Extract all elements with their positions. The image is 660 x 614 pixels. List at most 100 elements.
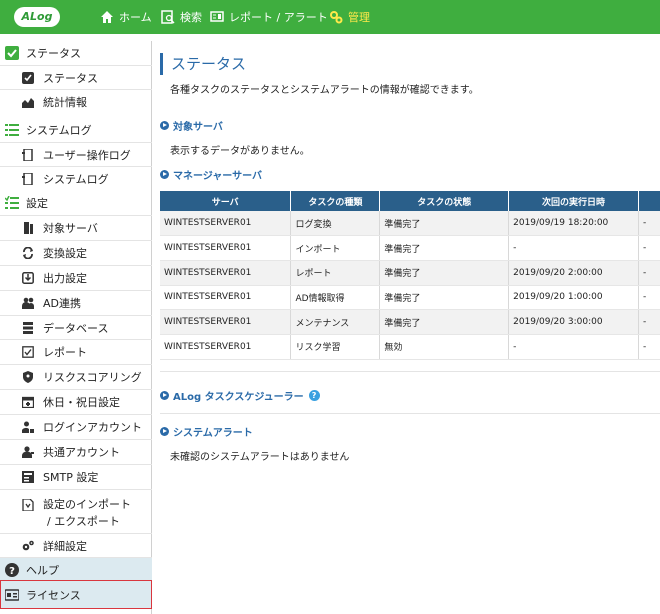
sidebar-item-holiday-settings-label: 休日・祝日設定 [43,395,120,409]
column-header-task-state[interactable]: タスクの状態 [379,191,510,211]
home-icon [101,11,113,23]
sidebar-item-statistics-label: 統計情報 [43,95,87,109]
target-server-heading[interactable]: 対象サーバ [160,118,223,133]
sidebar-item-database-label: データベース [43,321,109,335]
help-icon: ? [5,562,19,577]
sidebar: ステータス ステータス 統計情報 システムログ ユーザー操作ログ システムログ … [0,41,152,614]
system-alert-heading-label: システムアラート [173,428,253,439]
arrow-circle-icon [160,121,169,130]
sidebar-item-system-log-label: システムログ [43,172,109,186]
system-alert-heading[interactable]: システムアラート [160,424,253,439]
nav-admin-label: 管理 [348,11,370,24]
sidebar-item-output-settings[interactable]: 出力設定 [0,265,152,289]
nav-report-alert[interactable]: レポート / アラート [210,0,328,34]
sidebar-item-shared-account[interactable]: 共通アカウント [0,439,152,463]
sidebar-item-target-server[interactable]: 対象サーバ [0,215,152,239]
status-check-icon [22,71,34,84]
cell-task-state: 準備完了 [379,309,510,335]
cell-task-state: 準備完了 [379,285,510,311]
manager-server-heading-label: マネージャーサーバ [173,171,262,182]
sidebar-item-advanced-settings-label: 詳細設定 [43,539,87,553]
sidebar-section-help[interactable]: ? ヘルプ [0,557,152,581]
column-header-task-type[interactable]: タスクの種類 [290,191,381,211]
sidebar-section-settings-label: 設定 [26,197,48,210]
table-row: WINTESTSERVER01 AD情報取得 準備完了 2019/09/20 1… [160,285,660,311]
sidebar-item-statistics[interactable]: 統計情報 [0,89,152,113]
mail-server-icon [22,470,34,483]
column-header-next-run[interactable]: 次回の実行日時 [508,191,639,211]
target-server-empty-text: 表示するデータがありません。 [170,146,310,157]
sidebar-item-import-export[interactable]: 設定のインポート / エクスポート [0,489,152,533]
search-icon [161,10,175,24]
sidebar-section-status[interactable]: ステータス [0,41,152,65]
cell-server: WINTESTSERVER01 [160,309,292,335]
cell-next-run: 2019/09/20 3:00:00 [508,309,639,335]
manager-server-heading[interactable]: マネージャーサーバ [160,167,262,182]
sidebar-item-shared-account-label: 共通アカウント [43,445,120,459]
sidebar-item-smtp-settings[interactable]: SMTP 設定 [0,464,152,488]
alog-logo[interactable]: ALog [14,7,60,27]
cell-extra: - [638,285,660,311]
page-description: 各種タスクのステータスとシステムアラートの情報が確認できます。 [170,85,479,96]
sidebar-item-conversion-settings[interactable]: 変換設定 [0,240,152,264]
sidebar-item-login-account[interactable]: ログインアカウント [0,414,152,438]
server-icon [24,221,33,234]
cell-server: WINTESTSERVER01 [160,235,292,261]
cell-task-state: 準備完了 [379,211,510,237]
page-title: ステータス [160,53,246,75]
top-navigation-bar: ALog ホーム 検索 レポート / アラート 管理 [0,0,660,34]
database-icon [23,321,33,334]
cell-server: WINTESTSERVER01 [160,260,292,286]
arrow-circle-icon [160,391,169,400]
cell-extra: - [638,235,660,261]
nav-search[interactable]: 検索 [161,0,202,34]
nav-report-alert-label: レポート / アラート [229,11,328,24]
report-check-icon [22,345,34,358]
sidebar-item-target-server-label: 対象サーバ [43,221,98,235]
document-icon [22,148,33,161]
cell-next-run: 2019/09/19 18:20:00 [508,211,639,237]
user-icon [22,445,34,458]
sidebar-section-syslog[interactable]: システムログ [0,118,152,142]
table-header-row: サーバ タスクの種類 タスクの状態 次回の実行日時 [160,191,660,211]
sidebar-item-system-log[interactable]: システムログ [0,166,152,190]
sidebar-item-status-label: ステータス [43,71,98,85]
cell-task-type: ログ変換 [290,211,381,237]
sidebar-item-smtp-settings-label: SMTP 設定 [43,470,99,484]
cell-next-run: - [508,334,639,360]
cell-server: WINTESTSERVER01 [160,211,292,237]
user-lock-icon [22,421,34,433]
settings-list-icon [5,196,19,209]
table-row: WINTESTSERVER01 メンテナンス 準備完了 2019/09/20 3… [160,309,660,335]
sidebar-item-import-export-line1: 設定のインポート [43,498,131,511]
scheduler-heading[interactable]: ALog タスクスケジューラー ? [160,388,320,403]
cell-extra: - [638,260,660,286]
cell-task-state: 無効 [379,334,510,360]
sidebar-item-database[interactable]: データベース [0,315,152,339]
column-header-server[interactable]: サーバ [160,191,292,211]
sidebar-item-user-operation-log[interactable]: ユーザー操作ログ [0,142,152,166]
nav-home[interactable]: ホーム [100,0,152,34]
sidebar-item-status[interactable]: ステータス [0,65,152,89]
license-card-icon [5,588,19,601]
nav-admin[interactable]: 管理 [329,0,370,34]
sidebar-item-advanced-settings[interactable]: 詳細設定 [0,533,152,557]
sidebar-item-risk-scoring[interactable]: リスクスコアリング [0,364,152,388]
cell-task-state: 準備完了 [379,235,510,261]
document-icon [22,172,33,185]
manager-task-table: サーバ タスクの種類 タスクの状態 次回の実行日時 WINTESTSERVER0… [160,191,660,360]
help-icon[interactable]: ? [308,390,320,401]
sidebar-item-ad-integration[interactable]: AD連携 [0,290,152,314]
svg-text:?: ? [9,566,15,577]
sidebar-section-settings[interactable]: 設定 [0,191,152,215]
sidebar-item-report[interactable]: レポート [0,339,152,363]
cell-task-type: レポート [290,260,381,286]
sidebar-item-holiday-settings[interactable]: 休日・祝日設定 [0,389,152,413]
cell-next-run: 2019/09/20 1:00:00 [508,285,639,311]
cell-task-type: AD情報取得 [290,285,381,311]
sidebar-section-license[interactable]: ライセンス [0,580,152,609]
target-server-heading-label: 対象サーバ [173,122,223,133]
table-row: WINTESTSERVER01 レポート 準備完了 2019/09/20 2:0… [160,260,660,286]
divider [160,371,660,372]
column-header-extra[interactable] [638,191,660,211]
